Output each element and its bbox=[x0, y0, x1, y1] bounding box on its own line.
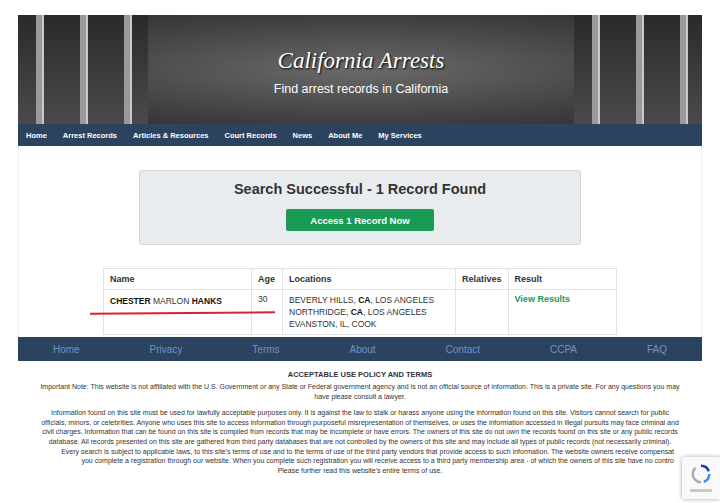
terms-title: ACCEPTABLE USE POLICY AND TERMS bbox=[288, 370, 432, 379]
access-record-button[interactable]: Access 1 Record Now bbox=[286, 209, 434, 231]
jail-bars-photo bbox=[18, 15, 148, 124]
nav-item[interactable]: Arrest Records bbox=[63, 131, 117, 140]
column-header: Result bbox=[508, 269, 616, 290]
locations-cell: BEVERLY HILLS, CA, LOS ANGELESNORTHRIDGE… bbox=[283, 290, 456, 335]
terms-body: Information found on this site must be u… bbox=[12, 408, 708, 475]
content: Search Successful - 1 Record Found Access… bbox=[18, 146, 702, 337]
footer-nav-item[interactable]: FAQ bbox=[647, 344, 667, 355]
jail-bars-photo bbox=[574, 15, 702, 124]
recaptcha-badge[interactable] bbox=[682, 457, 720, 499]
terms-line: Every search is subject to applicable la… bbox=[12, 447, 708, 457]
location-line: EVANSTON, IL, COOK bbox=[289, 318, 449, 330]
view-results-link[interactable]: View Results bbox=[515, 294, 570, 304]
footer-nav-item[interactable]: About bbox=[350, 344, 376, 355]
location-line: BEVERLY HILLS, CA, LOS ANGELES bbox=[289, 294, 449, 306]
location-line: NORTHRIDGE, CA, LOS ANGELES bbox=[289, 306, 449, 318]
nav-item[interactable]: Home bbox=[26, 131, 47, 140]
relatives-cell bbox=[456, 290, 509, 335]
important-note: Important Note: This website is not affi… bbox=[12, 382, 708, 401]
annotation-underline bbox=[90, 311, 275, 314]
nav-item[interactable]: News bbox=[293, 131, 313, 140]
column-header: Name bbox=[104, 269, 252, 290]
column-header: Relatives bbox=[456, 269, 509, 290]
site-frame: California Arrests Find arrest records in… bbox=[18, 15, 702, 361]
recaptcha-fineprint-mark bbox=[690, 489, 712, 492]
nav-item[interactable]: Court Records bbox=[225, 131, 277, 140]
footer-nav-item[interactable]: Privacy bbox=[150, 344, 183, 355]
nav-item[interactable]: About Me bbox=[328, 131, 362, 140]
terms-line: Please further read this website's entir… bbox=[12, 466, 708, 476]
site-subtitle: Find arrest records in California bbox=[274, 82, 448, 96]
terms-line: officials, minors, or celebrities. Anyon… bbox=[12, 418, 708, 428]
terms-line: civil charges. Information that can be f… bbox=[12, 427, 708, 437]
main-nav: Home Arrest Records Articles & Resources Co… bbox=[18, 124, 702, 146]
recaptcha-icon bbox=[690, 463, 712, 485]
terms-line: Information found on this site must be u… bbox=[12, 408, 708, 418]
banner-text: California Arrests Find arrest records in… bbox=[148, 15, 574, 124]
result-cell: View Results bbox=[508, 290, 616, 335]
note-line: Important Note: This website is not affi… bbox=[12, 382, 708, 392]
footer-nav: Home Privacy Terms About Contact CCPA FAQ bbox=[18, 337, 702, 361]
nav-item[interactable]: Articles & Resources bbox=[133, 131, 208, 140]
footer-nav-item[interactable]: Home bbox=[53, 344, 80, 355]
site-title[interactable]: California Arrests bbox=[278, 48, 445, 74]
search-result-title: Search Successful - 1 Record Found bbox=[234, 181, 486, 197]
results-table-wrap: NameAgeLocationsRelativesResultCHESTER M… bbox=[103, 268, 617, 335]
terms-line: you complete a registration through our … bbox=[12, 456, 708, 466]
column-header: Age bbox=[252, 269, 283, 290]
results-table: NameAgeLocationsRelativesResultCHESTER M… bbox=[103, 268, 617, 335]
note-line: have please consult a lawyer. bbox=[12, 392, 708, 402]
table-header-row: NameAgeLocationsRelativesResult bbox=[104, 269, 617, 290]
nav-item[interactable]: My Services bbox=[378, 131, 421, 140]
footer-nav-item[interactable]: CCPA bbox=[550, 344, 577, 355]
terms-line: database. All records presented on this … bbox=[12, 437, 708, 447]
terms-section: ACCEPTABLE USE POLICY AND TERMS Important… bbox=[0, 361, 720, 475]
footer-nav-item[interactable]: Terms bbox=[252, 344, 279, 355]
page: California Arrests Find arrest records in… bbox=[0, 0, 720, 503]
search-result-panel: Search Successful - 1 Record Found Access… bbox=[139, 170, 581, 245]
column-header: Locations bbox=[283, 269, 456, 290]
header-banner: California Arrests Find arrest records in… bbox=[18, 15, 702, 124]
footer-nav-item[interactable]: Contact bbox=[446, 344, 480, 355]
